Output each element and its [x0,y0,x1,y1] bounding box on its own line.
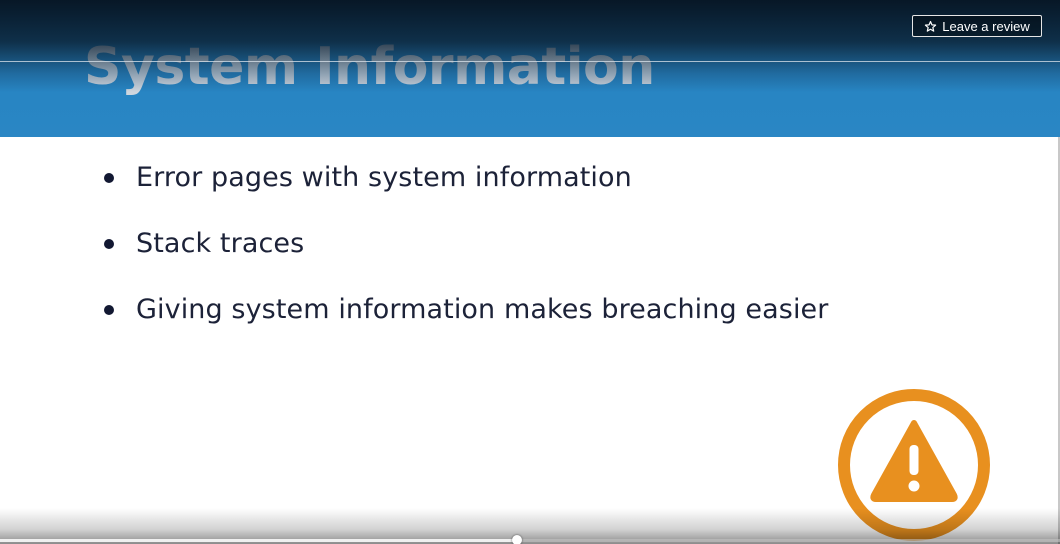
bullet-item: Giving system information makes breachin… [104,289,828,355]
overlay-divider [0,61,1060,62]
bullet-dot-icon [104,239,114,249]
bullet-text: Giving system information makes breachin… [136,294,829,325]
progress-scrubber-handle[interactable] [512,535,523,544]
warning-icon [838,389,990,541]
bullet-dot-icon [104,173,114,183]
progress-bar[interactable] [0,535,1060,544]
bullet-item: Stack traces [104,223,828,289]
star-outline-icon [925,20,937,32]
bullet-item: Error pages with system information [104,157,828,223]
progress-fill [0,539,518,542]
bullet-dot-icon [104,305,114,315]
leave-review-label: Leave a review [942,18,1030,34]
bullet-text: Stack traces [136,228,305,259]
bullet-list: Error pages with system information Stac… [104,157,828,355]
leave-review-button[interactable]: Leave a review [912,15,1042,37]
bullet-text: Error pages with system information [136,162,632,193]
video-player[interactable]: System Information Error pages with syst… [0,0,1060,544]
slide-title: System Information [84,37,655,97]
